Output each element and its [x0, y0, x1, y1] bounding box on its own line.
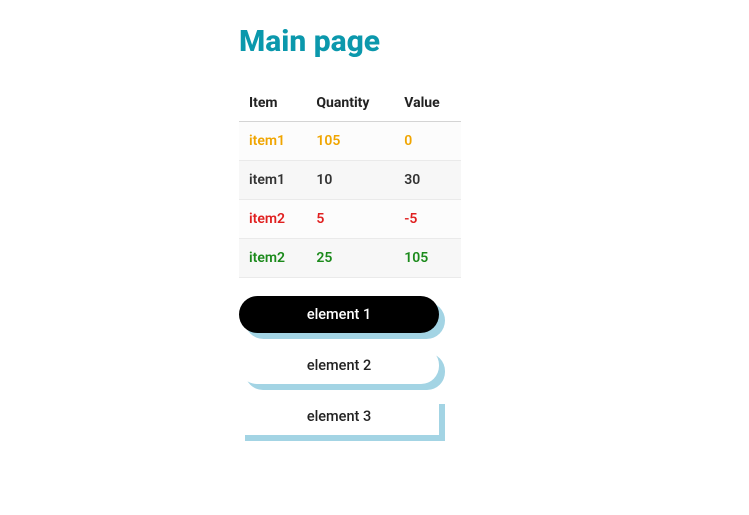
- col-header-item: Item: [239, 85, 306, 122]
- page-title: Main page: [239, 24, 749, 59]
- col-header-quantity: Quantity: [306, 85, 394, 122]
- cell-quantity: 5: [306, 200, 394, 239]
- col-header-value: Value: [394, 85, 461, 122]
- cell-value: 0: [394, 122, 461, 161]
- cell-item: item1: [239, 161, 306, 200]
- cell-quantity: 105: [306, 122, 394, 161]
- table-row: item225105: [239, 239, 461, 278]
- cell-item: item1: [239, 122, 306, 161]
- cell-quantity: 10: [306, 161, 394, 200]
- cell-quantity: 25: [306, 239, 394, 278]
- cell-value: 105: [394, 239, 461, 278]
- element-button-3[interactable]: element 3: [239, 398, 439, 435]
- table-row: item11030: [239, 161, 461, 200]
- table-row: item11050: [239, 122, 461, 161]
- cell-value: -5: [394, 200, 461, 239]
- element-button-1[interactable]: element 1: [239, 296, 439, 333]
- element-button-2[interactable]: element 2: [239, 347, 439, 384]
- cell-value: 30: [394, 161, 461, 200]
- cell-item: item2: [239, 200, 306, 239]
- table-row: item25-5: [239, 200, 461, 239]
- cell-item: item2: [239, 239, 306, 278]
- data-table: Item Quantity Value item11050item11030it…: [239, 85, 461, 278]
